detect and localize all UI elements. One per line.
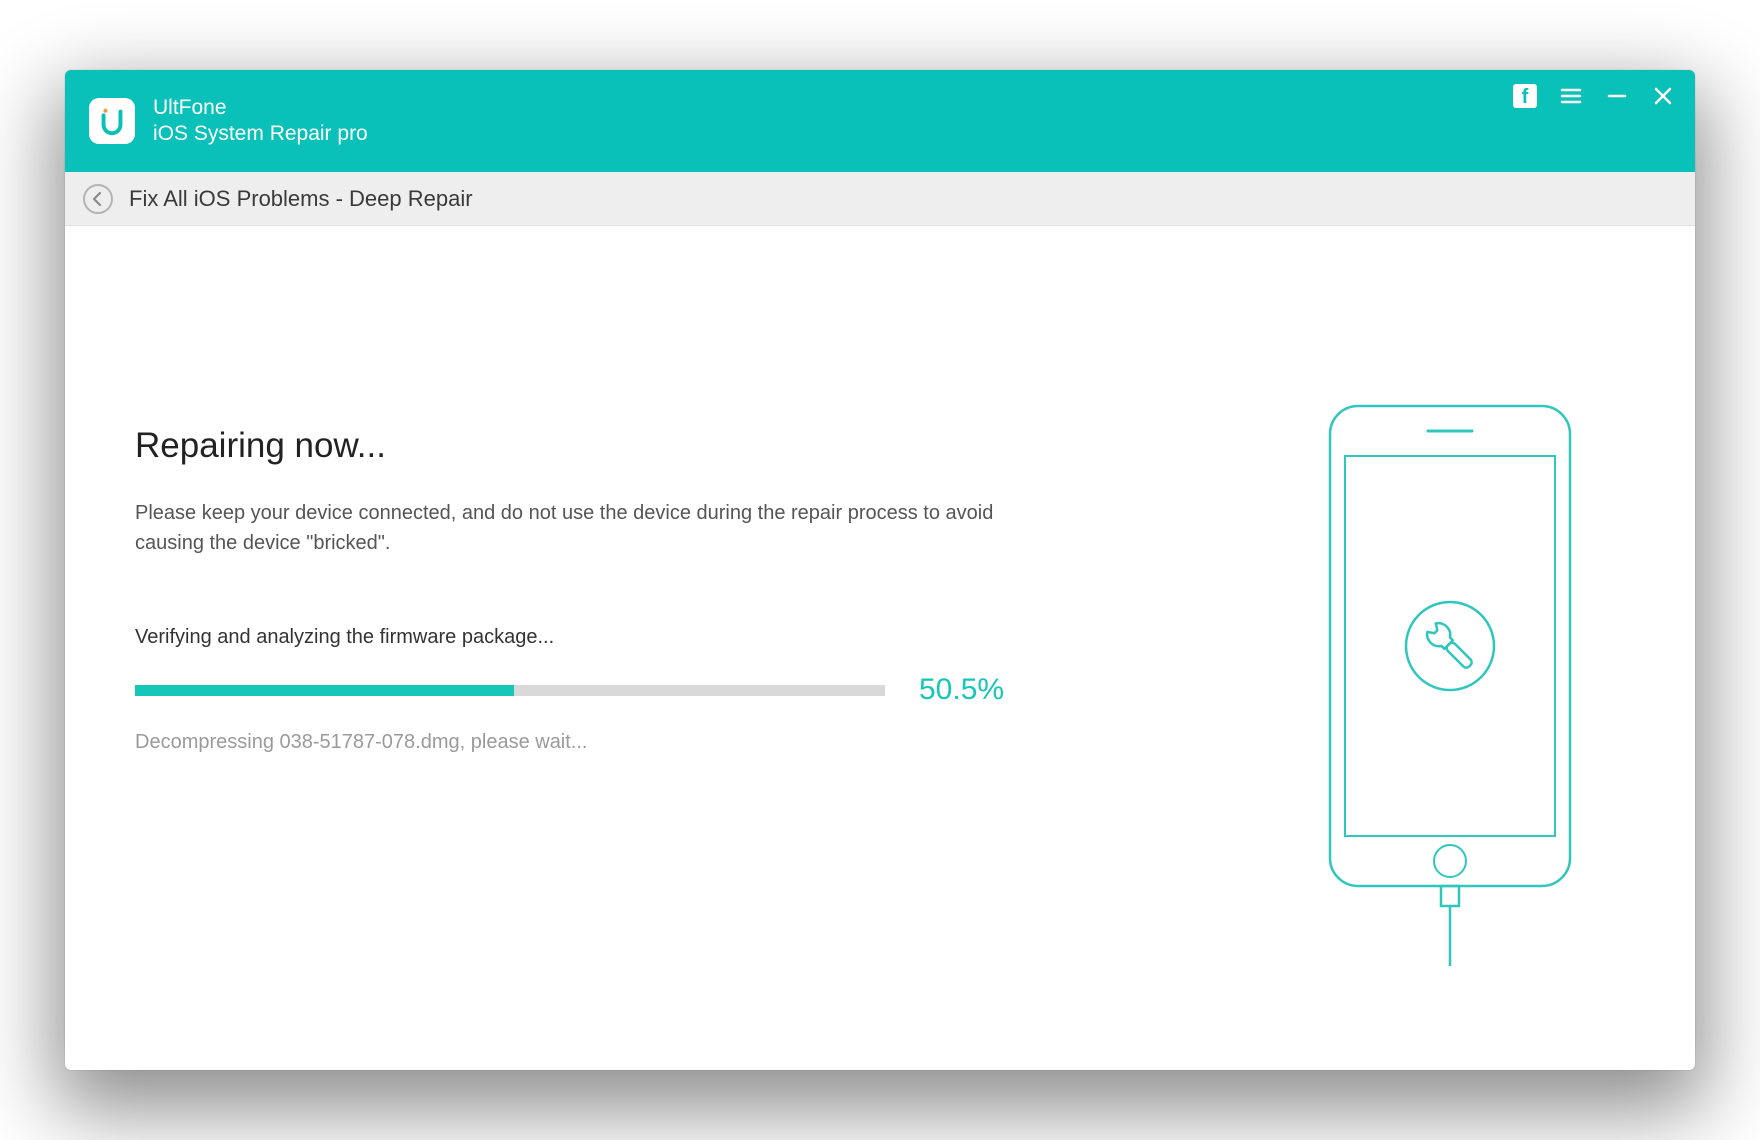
app-logo-icon [89, 98, 135, 144]
content-area: Repairing now... Please keep your device… [65, 226, 1695, 1070]
instruction-text: Please keep your device connected, and d… [135, 498, 1035, 558]
page-heading: Repairing now... [135, 426, 1285, 466]
brand-subtitle: iOS System Repair pro [153, 121, 368, 147]
menu-button[interactable] [1559, 84, 1583, 108]
minimize-icon [1606, 85, 1628, 107]
status-label: Verifying and analyzing the firmware pac… [135, 626, 1285, 649]
progress-percent: 50.5% [919, 673, 1004, 707]
arrow-left-icon [90, 191, 106, 207]
close-icon [1652, 85, 1674, 107]
progress-bar [135, 685, 885, 696]
facebook-button[interactable]: f [1513, 84, 1537, 108]
app-window: UltFone iOS System Repair pro f [65, 70, 1695, 1070]
back-button[interactable] [83, 184, 113, 214]
progress-detail: Decompressing 038-51787-078.dmg, please … [135, 731, 1285, 754]
window-controls: f [1513, 84, 1675, 108]
progress-panel: Repairing now... Please keep your device… [135, 286, 1285, 1030]
titlebar: UltFone iOS System Repair pro f [65, 70, 1695, 172]
hamburger-icon [1559, 84, 1583, 108]
breadcrumb-text: Fix All iOS Problems - Deep Repair [129, 186, 473, 212]
app-title: UltFone iOS System Repair pro [153, 95, 368, 148]
facebook-icon: f [1513, 84, 1537, 108]
breadcrumb-bar: Fix All iOS Problems - Deep Repair [65, 172, 1695, 226]
progress-fill [135, 685, 514, 696]
brand-name: UltFone [153, 95, 368, 121]
minimize-button[interactable] [1605, 84, 1629, 108]
close-button[interactable] [1651, 84, 1675, 108]
phone-icon [1325, 401, 1585, 976]
device-illustration [1285, 286, 1625, 1030]
progress-row: 50.5% [135, 673, 1285, 707]
